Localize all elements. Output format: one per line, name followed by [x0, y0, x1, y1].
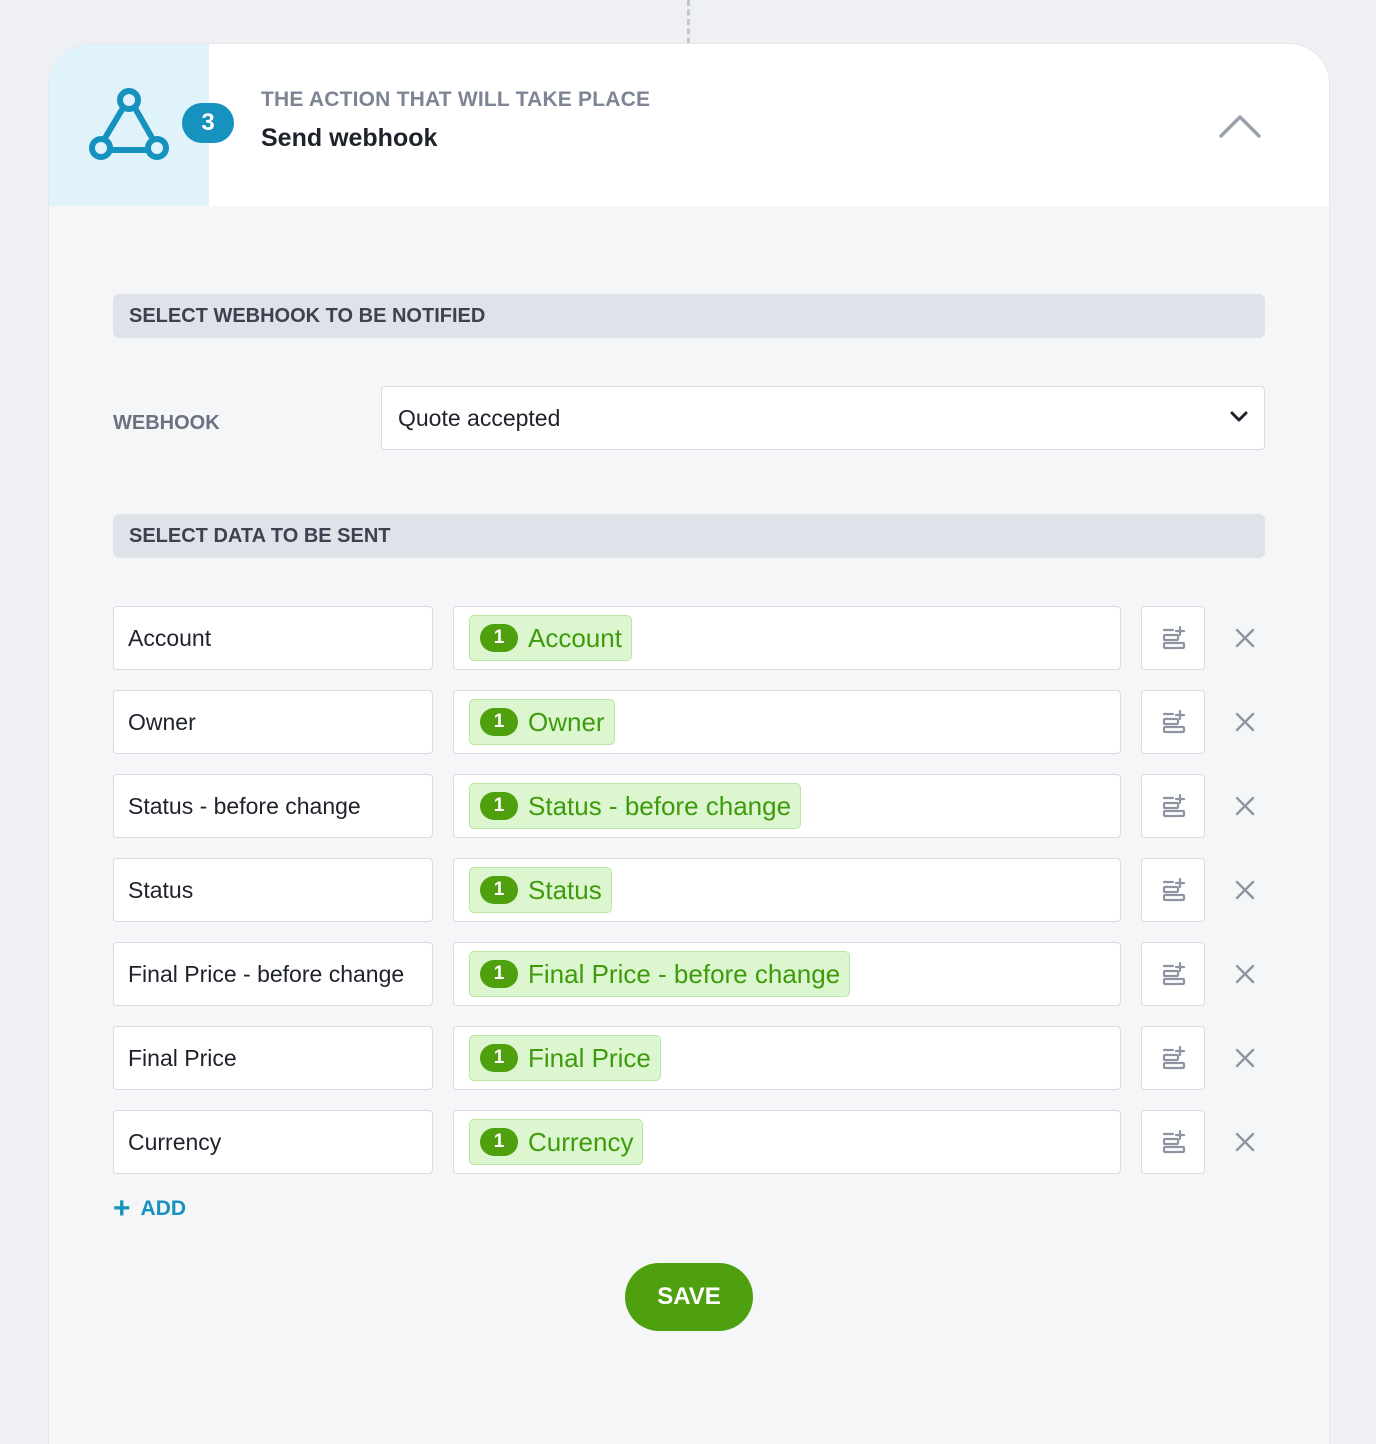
add-field-label: ADD	[140, 1197, 187, 1220]
field-value-input[interactable]: 1 Owner	[453, 690, 1121, 754]
remove-row-button[interactable]	[1225, 1038, 1265, 1078]
field-value-chip[interactable]: 1 Currency	[469, 1119, 644, 1165]
field-value-input[interactable]: 1 Status	[453, 858, 1121, 922]
insert-variable-icon	[1162, 626, 1186, 650]
chip-step-number: 1	[480, 708, 518, 736]
field-value-input[interactable]: 1 Final Price - before change	[453, 942, 1121, 1006]
chip-step-number: 1	[480, 624, 518, 652]
close-icon	[1235, 712, 1255, 732]
insert-variable-icon	[1162, 878, 1186, 902]
field-value-input[interactable]: 1 Account	[453, 606, 1121, 670]
insert-variable-icon	[1162, 1130, 1186, 1154]
chip-step-number: 1	[480, 1128, 518, 1156]
data-row: Final Price - before change 1 Final Price …	[113, 942, 1265, 1006]
field-name-input[interactable]: Status	[113, 858, 433, 922]
insert-variable-button[interactable]	[1141, 858, 1205, 922]
field-value-chip[interactable]: 1 Owner	[469, 699, 615, 745]
chip-label: Owner	[528, 706, 605, 737]
insert-variable-button[interactable]	[1141, 774, 1205, 838]
insert-variable-button[interactable]	[1141, 1026, 1205, 1090]
field-value-chip[interactable]: 1 Final Price - before change	[469, 951, 851, 997]
insert-variable-icon	[1162, 1046, 1186, 1070]
chip-label: Final Price	[528, 1042, 651, 1073]
field-name-input[interactable]: Final Price - before change	[113, 942, 433, 1006]
action-caption: THE ACTION THAT WILL TAKE PLACE	[261, 88, 651, 111]
field-value-input[interactable]: 1 Currency	[453, 1110, 1121, 1174]
insert-variable-button[interactable]	[1141, 1110, 1205, 1174]
plus-icon: +	[113, 1192, 131, 1225]
webhook-section-heading-text: SELECT WEBHOOK TO BE NOTIFIED	[129, 305, 486, 327]
chip-step-number: 1	[480, 1044, 518, 1072]
remove-row-button[interactable]	[1225, 870, 1265, 910]
save-button[interactable]: SAVE	[625, 1263, 753, 1331]
field-name-input[interactable]: Currency	[113, 1110, 433, 1174]
close-icon	[1235, 880, 1255, 900]
add-field-button[interactable]: + ADD	[113, 1194, 186, 1224]
insert-variable-icon	[1162, 710, 1186, 734]
remove-row-button[interactable]	[1225, 702, 1265, 742]
data-row: Final Price 1 Final Price	[113, 1026, 1265, 1090]
field-name-input[interactable]: Status - before change	[113, 774, 433, 838]
remove-row-button[interactable]	[1225, 786, 1265, 826]
close-icon	[1235, 796, 1255, 816]
field-name-input[interactable]: Account	[113, 606, 433, 670]
insert-variable-button[interactable]	[1141, 690, 1205, 754]
insert-variable-icon	[1162, 962, 1186, 986]
chip-label: Status - before change	[528, 790, 792, 821]
data-row: Status 1 Status	[113, 858, 1265, 922]
close-icon	[1235, 964, 1255, 984]
action-title: Send webhook	[261, 124, 438, 152]
data-row: Status - before change 1 Status - before c…	[113, 774, 1265, 838]
webhook-section-heading: SELECT WEBHOOK TO BE NOTIFIED	[113, 294, 1265, 338]
chip-label: Account	[528, 622, 622, 653]
field-value-input[interactable]: 1 Final Price	[453, 1026, 1121, 1090]
chip-step-number: 1	[480, 876, 518, 904]
remove-row-button[interactable]	[1225, 954, 1265, 994]
insert-variable-icon	[1162, 794, 1186, 818]
card-header: 3 THE ACTION THAT WILL TAKE PLACE Send w…	[49, 44, 1329, 206]
chip-step-number: 1	[480, 792, 518, 820]
webhook-select[interactable]: Quote accepted	[381, 386, 1265, 450]
field-value-chip[interactable]: 1 Account	[469, 615, 632, 661]
chevron-up-icon	[1219, 115, 1261, 138]
close-icon	[1235, 628, 1255, 648]
close-icon	[1235, 1048, 1255, 1068]
field-name-input[interactable]: Final Price	[113, 1026, 433, 1090]
webhook-label: WEBHOOK	[113, 412, 220, 434]
field-value-chip[interactable]: 1 Status	[469, 867, 612, 913]
data-section-heading: SELECT DATA TO BE SENT	[113, 514, 1265, 558]
webhook-icon	[89, 88, 169, 160]
remove-row-button[interactable]	[1225, 618, 1265, 658]
chevron-down-icon	[1230, 411, 1248, 422]
data-row: Account 1 Account	[113, 606, 1265, 670]
collapse-button[interactable]	[1215, 106, 1265, 146]
field-value-input[interactable]: 1 Status - before change	[453, 774, 1121, 838]
chip-label: Status	[528, 874, 602, 905]
chip-step-number: 1	[480, 960, 518, 988]
step-number-badge: 3	[182, 103, 234, 143]
data-row: Owner 1 Owner	[113, 690, 1265, 754]
chip-label: Final Price - before change	[528, 958, 841, 989]
remove-row-button[interactable]	[1225, 1122, 1265, 1162]
insert-variable-button[interactable]	[1141, 606, 1205, 670]
chip-label: Currency	[528, 1126, 634, 1157]
action-card: 3 THE ACTION THAT WILL TAKE PLACE Send w…	[49, 44, 1329, 1444]
insert-variable-button[interactable]	[1141, 942, 1205, 1006]
field-value-chip[interactable]: 1 Status - before change	[469, 783, 802, 829]
flow-connector	[687, 0, 690, 44]
data-section-heading-text: SELECT DATA TO BE SENT	[129, 525, 391, 547]
close-icon	[1235, 1132, 1255, 1152]
field-name-input[interactable]: Owner	[113, 690, 433, 754]
data-row: Currency 1 Currency	[113, 1110, 1265, 1174]
field-value-chip[interactable]: 1 Final Price	[469, 1035, 661, 1081]
webhook-select-value: Quote accepted	[398, 405, 561, 431]
